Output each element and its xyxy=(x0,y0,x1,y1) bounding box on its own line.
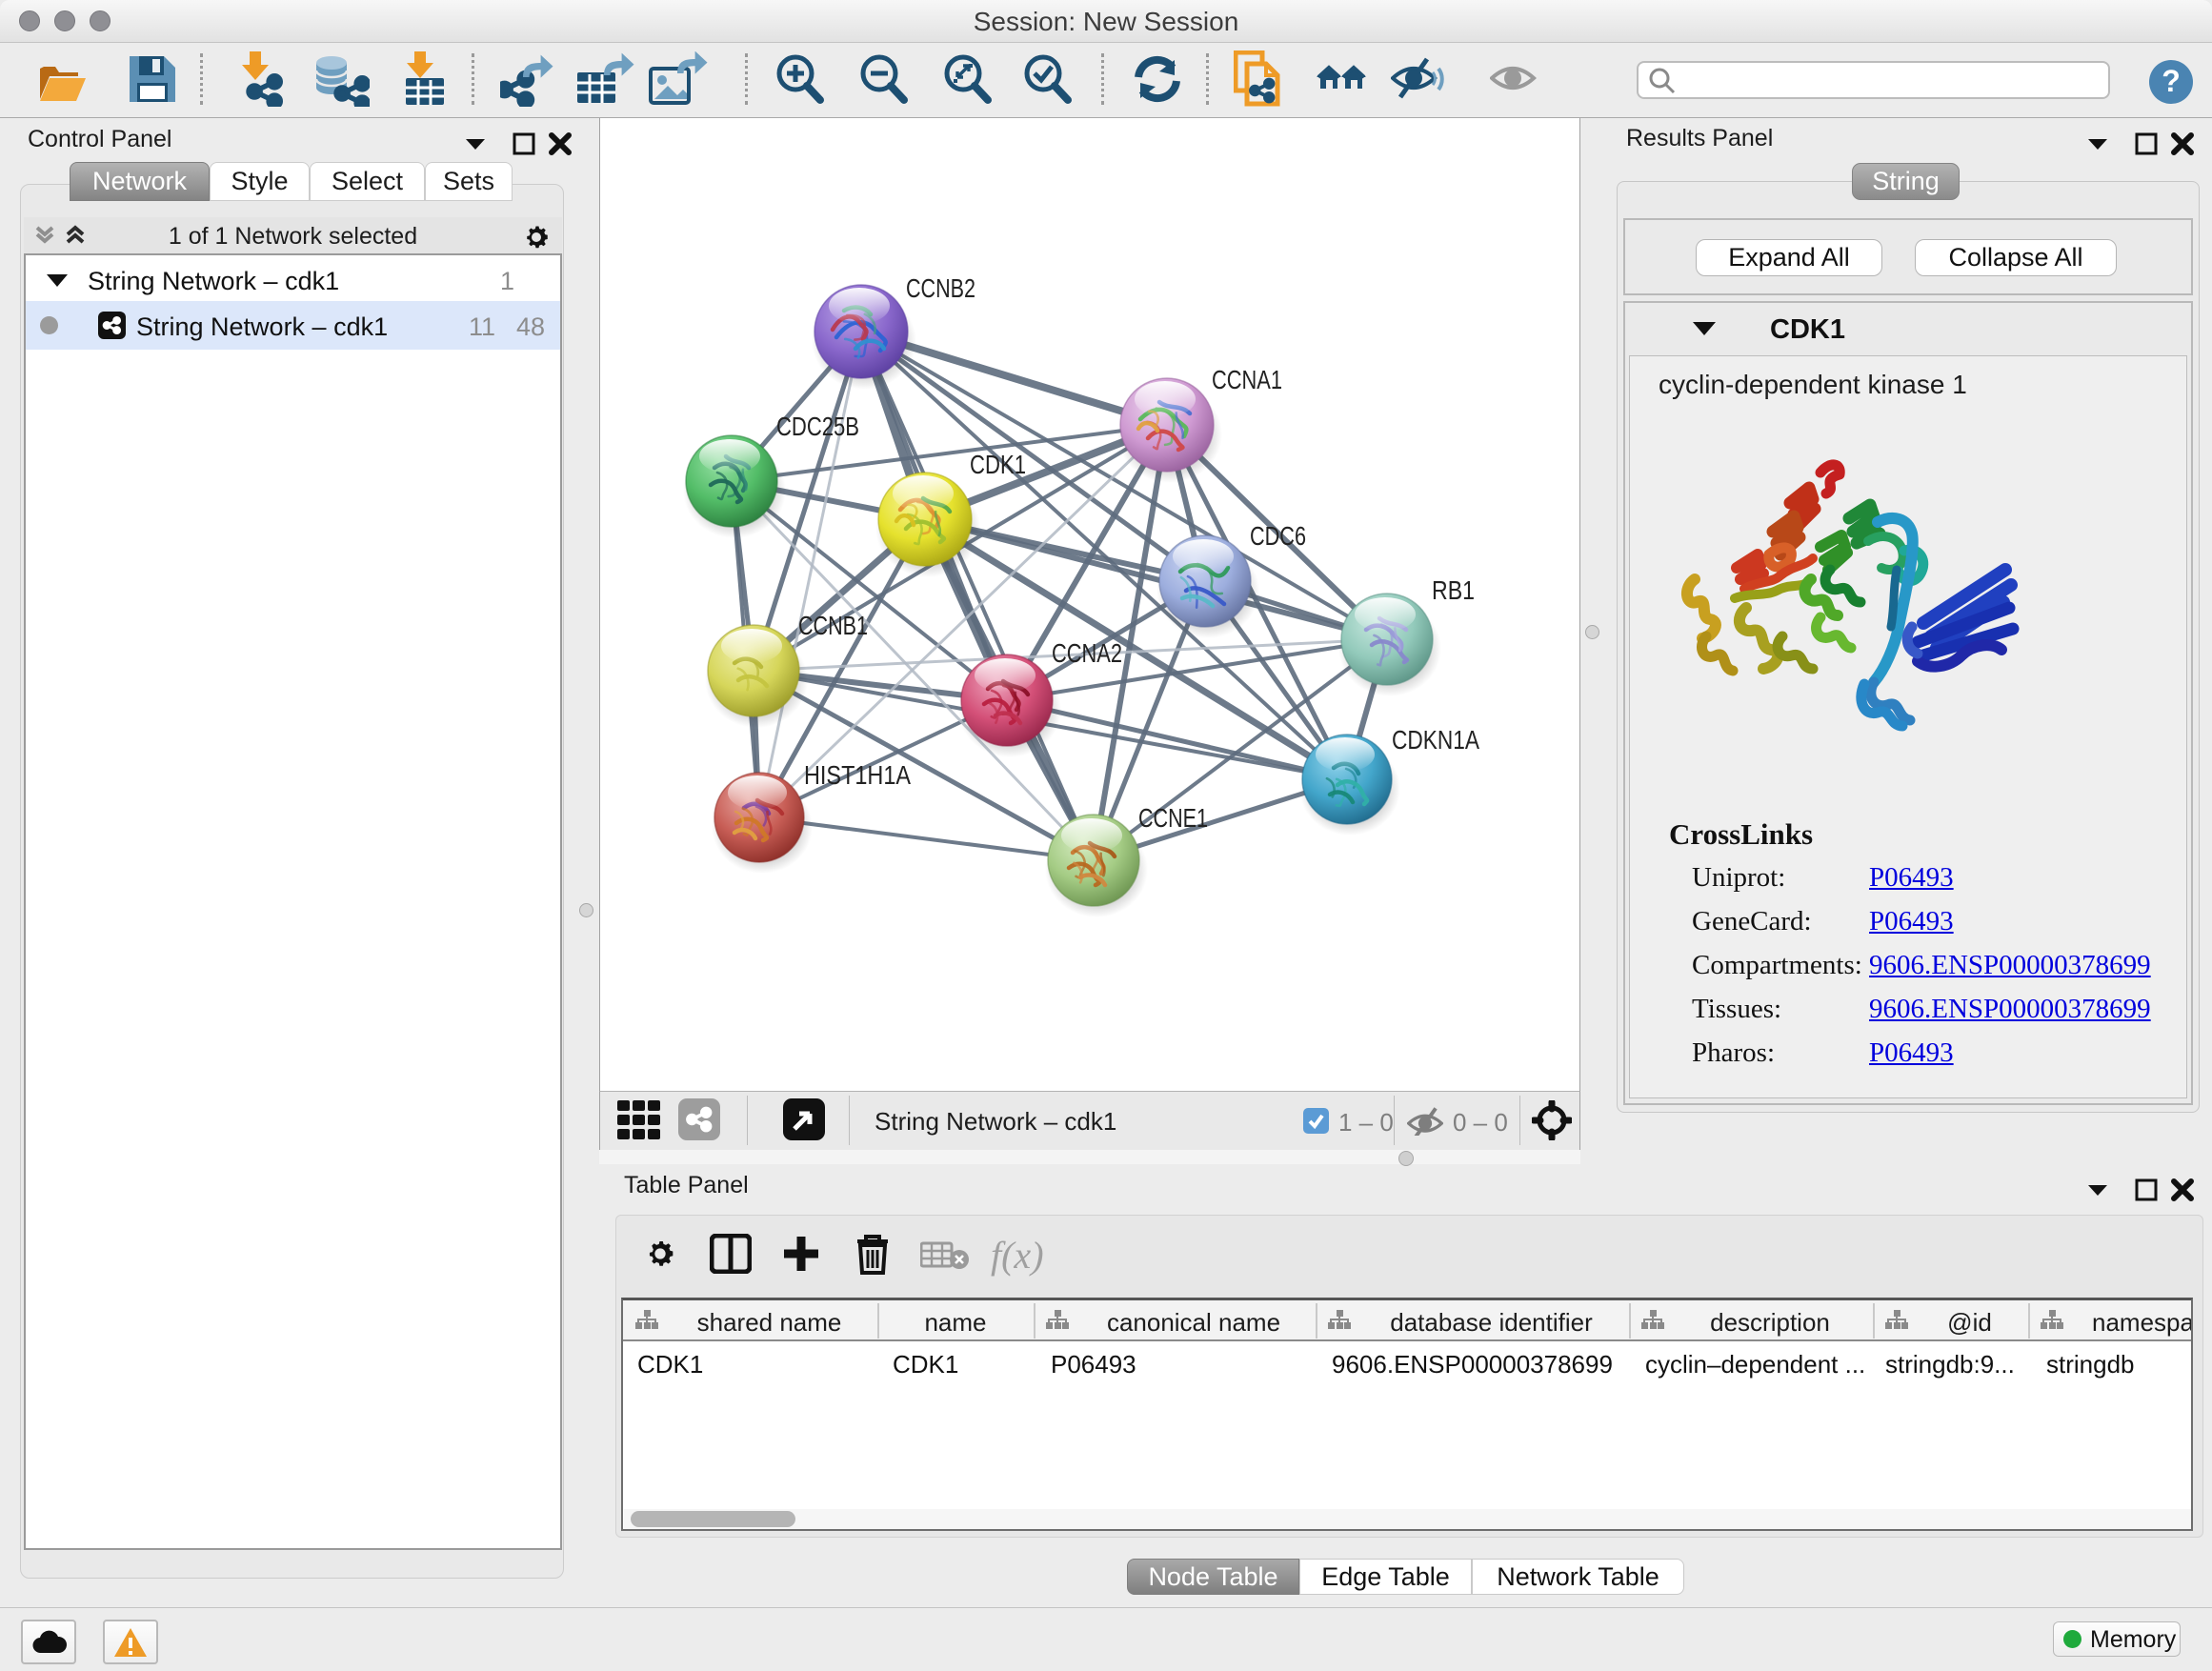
svg-text:?: ? xyxy=(2162,64,2181,98)
svg-text:CDKN1A: CDKN1A xyxy=(1392,725,1479,755)
svg-text:CCNA1: CCNA1 xyxy=(1212,365,1282,394)
svg-text:CCNB2: CCNB2 xyxy=(906,273,975,303)
svg-text:HIST1H1A: HIST1H1A xyxy=(804,760,911,790)
svg-text:CCNE1: CCNE1 xyxy=(1138,803,1208,833)
svg-text:CCNA2: CCNA2 xyxy=(1052,638,1122,668)
svg-text:CCNB1: CCNB1 xyxy=(798,611,868,640)
svg-text:CDC6: CDC6 xyxy=(1250,521,1306,551)
svg-text:RB1: RB1 xyxy=(1432,575,1475,605)
svg-text:CDC25B: CDC25B xyxy=(776,412,859,441)
svg-text:CDK1: CDK1 xyxy=(970,450,1026,479)
